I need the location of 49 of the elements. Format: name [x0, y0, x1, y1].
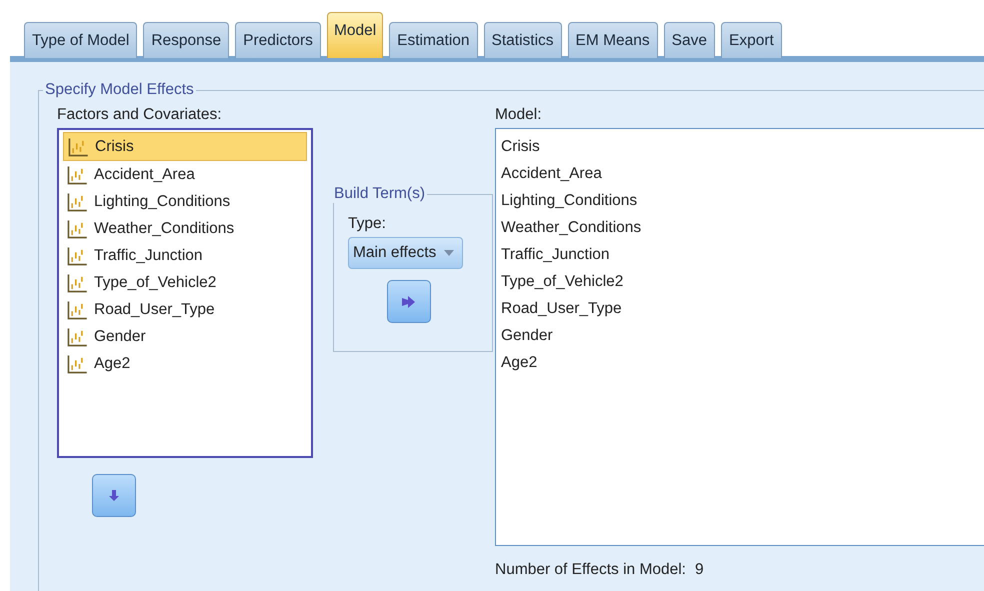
move-right-button[interactable] — [387, 280, 431, 323]
list-item[interactable]: Crisis — [63, 132, 307, 161]
caret-icon — [444, 250, 454, 256]
nominal-variable-icon — [66, 354, 88, 374]
group-title: Build Term(s) — [332, 185, 428, 203]
nominal-variable-icon — [67, 136, 89, 156]
list-item[interactable]: Age2 — [501, 349, 538, 376]
down-arrow-icon — [108, 490, 120, 502]
nominal-variable-icon — [66, 246, 88, 266]
right-arrow-icon — [402, 296, 416, 308]
list-item[interactable]: Traffic_Junction — [63, 242, 307, 269]
list-item[interactable]: Accident_Area — [501, 160, 602, 187]
list-label: Model: — [495, 106, 543, 124]
list-item[interactable]: Traffic_Junction — [501, 241, 610, 268]
list-item[interactable]: Accident_Area — [63, 161, 307, 188]
list-label: Factors and Covariates: — [57, 106, 223, 124]
type-dropdown[interactable]: Main effects — [348, 237, 464, 269]
list-item[interactable]: Type_of_Vehicle2 — [63, 269, 307, 296]
list-item[interactable]: Road_User_Type — [63, 296, 307, 323]
list-item[interactable]: Gender — [63, 323, 307, 350]
tab[interactable]: Save — [664, 22, 715, 58]
move-down-button[interactable] — [92, 474, 136, 517]
list-item[interactable]: Type_of_Vehicle2 — [501, 268, 624, 295]
tab[interactable]: Export — [720, 22, 782, 58]
tab[interactable]: Model — [326, 12, 384, 58]
nominal-variable-icon — [66, 164, 88, 184]
list-item[interactable]: Weather_Conditions — [63, 215, 307, 242]
tab[interactable]: Type of Model — [24, 22, 138, 58]
tab[interactable]: Statistics — [484, 22, 562, 58]
nominal-variable-icon — [66, 192, 88, 212]
tab[interactable]: Response — [143, 22, 230, 58]
group-title: Specify Model Effects — [43, 81, 196, 99]
type-label: Type: — [348, 215, 387, 233]
tab[interactable]: EM Means — [568, 22, 658, 58]
nominal-variable-icon — [66, 300, 88, 320]
nominal-variable-icon — [66, 326, 88, 346]
list-item[interactable]: Lighting_Conditions — [501, 187, 638, 214]
list-item[interactable]: Age2 — [63, 350, 307, 377]
list-item[interactable]: Crisis — [501, 133, 540, 160]
list-item[interactable]: Gender — [501, 322, 553, 349]
nominal-variable-icon — [66, 218, 88, 238]
tab[interactable]: Estimation — [389, 22, 478, 58]
nominal-variable-icon — [66, 272, 88, 292]
list-item[interactable]: Weather_Conditions — [501, 214, 642, 241]
effects-count-value: 9 — [694, 561, 704, 579]
effects-count-label: Number of Effects in Model: — [495, 561, 686, 579]
list-item[interactable]: Road_User_Type — [501, 295, 622, 322]
tab[interactable]: Predictors — [235, 22, 321, 58]
list-item[interactable]: Lighting_Conditions — [63, 188, 307, 215]
